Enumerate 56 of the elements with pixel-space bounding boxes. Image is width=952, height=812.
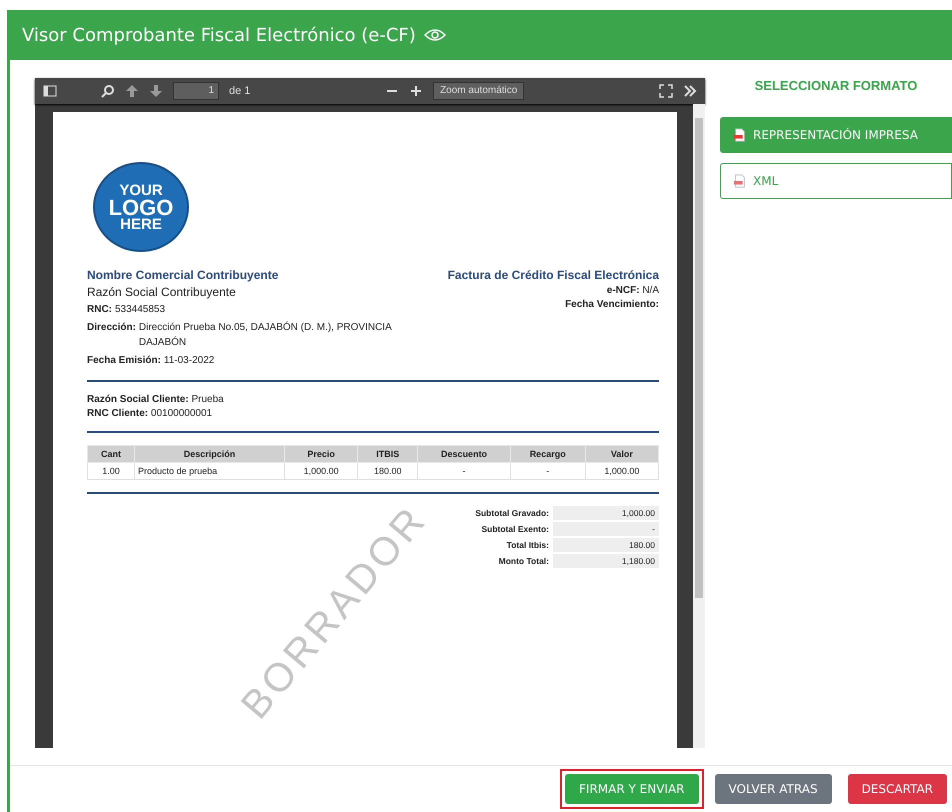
column-header: Recargo — [510, 446, 586, 462]
double-chevron-icon[interactable] — [683, 84, 697, 98]
danger-button[interactable]: DESCARTAR — [848, 774, 947, 804]
client-field: RNC Cliente: 00100000001 — [87, 408, 659, 419]
table-cell: 1.00 — [88, 462, 135, 480]
arrow-down-icon[interactable] — [149, 84, 163, 98]
table-cell: - — [418, 462, 510, 480]
field-label: RNC: — [87, 303, 112, 317]
format-option[interactable]: XML — [720, 163, 952, 199]
total-label: Monto Total: — [498, 555, 550, 568]
search-icon[interactable] — [101, 84, 115, 98]
total-label: Subtotal Exento: — [480, 523, 550, 536]
table-cell: 1,000.00 — [585, 462, 658, 480]
format-option[interactable]: REPRESENTACIÓN IMPRESA — [720, 117, 952, 153]
legal-name: Razón Social Contribuyente — [87, 285, 237, 299]
column-header: Precio — [284, 446, 358, 462]
page-count: de 1 — [229, 85, 250, 97]
page-number-field[interactable]: 1 — [173, 82, 219, 100]
total-value: 1,180.00 — [553, 554, 659, 568]
zoom-dropdown[interactable]: Zoom automático — [433, 82, 524, 100]
zoom-in-icon[interactable] — [409, 84, 424, 98]
field-value: 533445853 — [115, 303, 166, 317]
file-icon — [733, 174, 747, 188]
arrow-up-icon[interactable] — [125, 84, 139, 98]
sidebar-toggle-icon[interactable] — [43, 84, 57, 98]
trade-name: Nombre Comercial Contribuyente — [87, 268, 280, 282]
column-header: Descuento — [418, 446, 510, 462]
logo: YOUR LOGO HERE — [93, 162, 189, 252]
window-title: Visor Comprobante Fiscal Electrónico (e-CF) — [22, 24, 416, 46]
client-field: Razón Social Cliente: Prueba — [87, 394, 659, 405]
pdf-file-icon — [733, 128, 747, 142]
eye-icon — [424, 28, 446, 42]
column-header: Cant — [88, 446, 135, 462]
field-value: Dirección Prueba No.05, DAJABÓN (D. M.), PROVINCIA DAJABÓN — [138, 320, 393, 350]
total-label: Subtotal Gravado: — [474, 507, 550, 520]
total-label: Total Itbis: — [506, 539, 550, 552]
table-cell: 180.00 — [358, 462, 418, 480]
table-cell: 1,000.00 — [284, 462, 358, 480]
column-header: Valor — [585, 446, 658, 462]
field-value: 11-03-2022 — [164, 354, 214, 368]
column-header: ITBIS — [358, 446, 418, 462]
panel-title: SELECCIONAR FORMATO — [754, 78, 918, 93]
document-field: e-NCF: N/A — [606, 285, 659, 296]
field-label: Dirección: — [87, 321, 136, 335]
table-cell: Producto de prueba — [134, 462, 284, 480]
column-header: Descripción — [134, 446, 284, 462]
table-cell: - — [510, 462, 586, 480]
total-value: 1,000.00 — [553, 506, 659, 520]
document-title: Factura de Crédito Fiscal Electrónica — [448, 268, 659, 282]
primary-button[interactable]: FIRMAR Y ENVIAR — [565, 774, 699, 804]
secondary-button[interactable]: VOLVER ATRAS — [714, 774, 832, 804]
document-field: Fecha Vencimiento: — [565, 299, 659, 310]
total-value: - — [553, 522, 659, 536]
total-value: 180.00 — [553, 538, 659, 552]
fullscreen-icon[interactable] — [659, 84, 673, 98]
field-label: Fecha Emisión: — [87, 354, 161, 368]
